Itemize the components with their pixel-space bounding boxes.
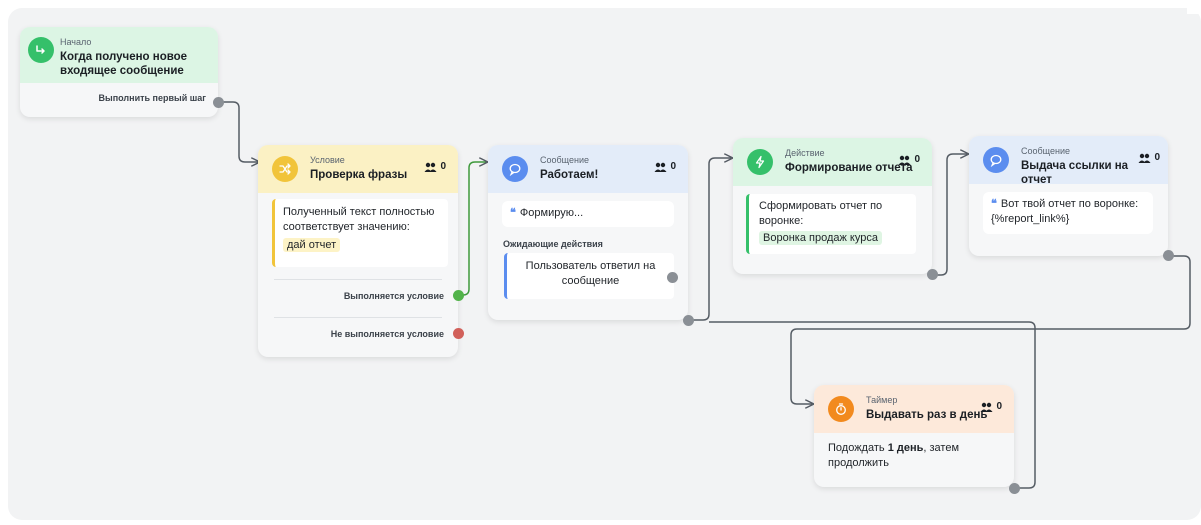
divider xyxy=(274,317,442,318)
message1-pending-text: Пользователь ответил на сообщение xyxy=(525,260,656,287)
condition-rule-card[interactable]: Полученный текст полностью соответствует… xyxy=(272,199,448,267)
condition-node-count: 0 xyxy=(424,161,446,172)
canvas-corner xyxy=(1187,0,1201,14)
message1-pending-label: Ожидающие действия xyxy=(503,239,603,249)
users-icon xyxy=(980,402,993,412)
message2-count-value: 0 xyxy=(1154,152,1160,163)
message2-node-title: Выдача ссылки на отчет xyxy=(1021,160,1129,186)
chat-bubble-icon xyxy=(983,147,1009,173)
enter-arrow-icon xyxy=(28,37,54,63)
divider xyxy=(274,279,442,280)
message2-node-header: Сообщение Выдача ссылки на отчет 0 xyxy=(969,136,1168,186)
stopwatch-icon xyxy=(828,396,854,422)
timer-node-count: 0 xyxy=(980,401,1002,412)
users-icon xyxy=(654,162,667,172)
message1-pending-port[interactable] xyxy=(667,272,678,283)
start-node-title: Когда получено новое входящее сообщение xyxy=(60,51,188,77)
timer-text-before: Подождать xyxy=(828,442,888,454)
message1-output-port[interactable] xyxy=(683,315,694,326)
message1-node-header: Сообщение Работаем! 0 xyxy=(488,145,688,193)
timer-node-header: Таймер Выдавать раз в день 0 xyxy=(814,385,1014,433)
condition-false-port[interactable] xyxy=(453,328,464,339)
users-icon xyxy=(898,155,911,165)
message1-node-count: 0 xyxy=(654,161,676,172)
quote-icon: ❝ xyxy=(510,207,516,219)
action-text: Сформировать отчет по воронке: xyxy=(759,200,883,227)
condition-true-port[interactable] xyxy=(453,290,464,301)
message2-node-type: Сообщение xyxy=(1021,146,1070,156)
condition-node[interactable]: Условие Проверка фразы 0 Полученный текс… xyxy=(258,145,464,357)
timer-output-port[interactable] xyxy=(1009,483,1020,494)
action-card[interactable]: Сформировать отчет по воронке: Воронка п… xyxy=(746,194,916,254)
quote-icon: ❝ xyxy=(991,198,997,210)
start-node-footer: Выполнить первый шаг xyxy=(98,93,206,103)
users-icon xyxy=(1138,153,1151,163)
message1-count-value: 0 xyxy=(670,161,676,172)
lightning-icon xyxy=(747,149,773,175)
condition-count-value: 0 xyxy=(440,161,446,172)
shuffle-icon xyxy=(272,156,298,182)
action-value-tag: Воронка продаж курса xyxy=(759,231,882,245)
timer-node[interactable]: Таймер Выдавать раз в день 0 Подождать 1… xyxy=(814,385,1020,494)
start-node-type: Начало xyxy=(60,37,92,47)
condition-value-tag: дай отчет xyxy=(283,238,341,252)
start-output-port[interactable] xyxy=(213,97,224,108)
timer-text: Подождать 1 день, затем продолжить xyxy=(828,441,978,471)
condition-true-label: Выполняется условие xyxy=(343,291,444,301)
users-icon xyxy=(424,162,437,172)
action-count-value: 0 xyxy=(914,154,920,165)
message1-text-card[interactable]: ❝ Формирую... xyxy=(502,201,674,227)
action-output-port[interactable] xyxy=(927,269,938,280)
timer-count-value: 0 xyxy=(996,401,1002,412)
message1-text: Формирую... xyxy=(519,207,584,219)
message2-text-card[interactable]: ❝ Вот твой отчет по воронке: {%report_lin… xyxy=(983,192,1153,234)
start-node-header: Начало Когда получено новое входящее соо… xyxy=(20,27,218,83)
message2-node[interactable]: Сообщение Выдача ссылки на отчет 0 ❝ Вот … xyxy=(969,136,1174,261)
message2-text: Вот твой отчет по воронке: {%report_link… xyxy=(991,198,1139,225)
message1-pending-item[interactable]: Пользователь ответил на сообщение xyxy=(504,253,674,299)
action-node[interactable]: Действие Формирование отчета 0 Сформиров… xyxy=(733,138,938,280)
timer-text-bold: 1 день xyxy=(887,442,924,454)
action-node-count: 0 xyxy=(898,154,920,165)
action-node-header: Действие Формирование отчета 0 xyxy=(733,138,932,186)
condition-false-label: Не выполняется условие xyxy=(330,329,444,339)
message2-node-count: 0 xyxy=(1138,152,1160,163)
condition-rule-text: Полученный текст полностью соответствует… xyxy=(283,206,435,233)
message2-output-port[interactable] xyxy=(1163,250,1174,261)
message1-node[interactable]: Сообщение Работаем! 0 ❝ Формирую... Ожида… xyxy=(488,145,694,326)
condition-node-header: Условие Проверка фразы 0 xyxy=(258,145,458,193)
chat-bubble-icon xyxy=(502,156,528,182)
top-strip xyxy=(0,0,1201,6)
start-node[interactable]: Начало Когда получено новое входящее соо… xyxy=(20,27,224,117)
